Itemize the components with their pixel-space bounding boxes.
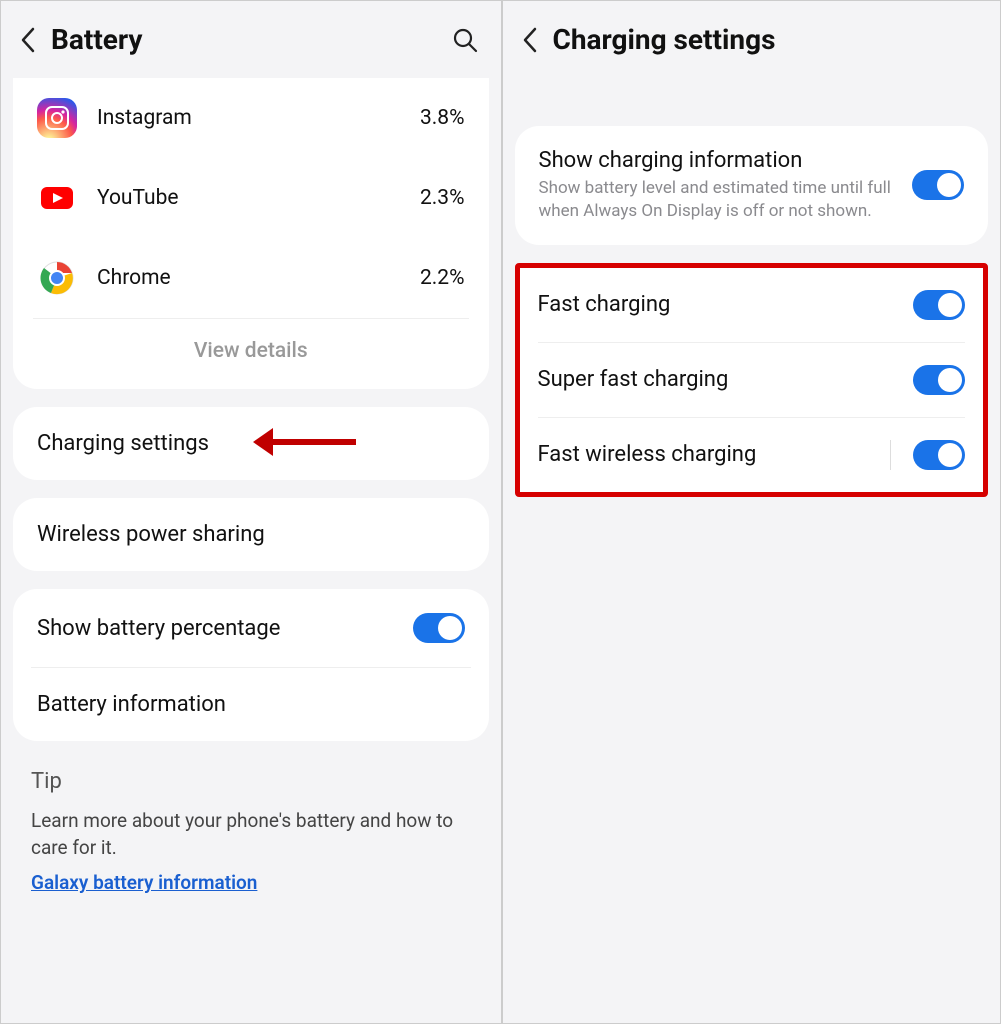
back-icon[interactable] (521, 26, 539, 54)
app-pct: 2.2% (420, 266, 465, 290)
tip-title: Tip (31, 769, 471, 794)
battery-screen: Battery Instagram 3.8% YouTube 2.3% (1, 1, 501, 1023)
show-battery-percentage-row[interactable]: Show battery percentage (13, 589, 489, 667)
setting-label: Show battery percentage (37, 616, 399, 641)
app-row-chrome[interactable]: Chrome 2.2% (13, 238, 489, 318)
setting-label: Show charging information (539, 148, 897, 173)
view-details-button[interactable]: View details (13, 319, 489, 389)
app-name: Chrome (97, 266, 400, 290)
app-row-youtube[interactable]: YouTube 2.3% (13, 158, 489, 238)
wireless-power-sharing-card: Wireless power sharing (13, 498, 489, 571)
show-charging-info-card: Show charging information Show battery l… (515, 126, 989, 245)
tip-section: Tip Learn more about your phone's batter… (9, 759, 493, 894)
header: Charging settings (511, 1, 993, 78)
search-icon[interactable] (451, 26, 479, 54)
charging-settings-card: Charging settings (13, 407, 489, 480)
setting-label: Battery information (37, 692, 465, 717)
setting-label: Super fast charging (538, 367, 900, 392)
tip-body: Learn more about your phone's battery an… (31, 808, 471, 861)
app-row-instagram[interactable]: Instagram 3.8% (13, 78, 489, 158)
divider (890, 440, 891, 470)
show-battery-percentage-toggle[interactable] (413, 613, 465, 643)
setting-label: Fast wireless charging (538, 442, 877, 467)
app-name: YouTube (97, 186, 400, 210)
page-title: Charging settings (553, 23, 979, 56)
battery-information-row[interactable]: Battery information (13, 668, 489, 741)
app-name: Instagram (97, 106, 400, 130)
fast-charging-group-highlight: Fast charging Super fast charging Fast w… (515, 263, 989, 497)
setting-label: Fast charging (538, 292, 900, 317)
super-fast-charging-row[interactable]: Super fast charging (520, 343, 984, 417)
instagram-icon (37, 98, 77, 138)
fast-wireless-charging-row[interactable]: Fast wireless charging (520, 418, 984, 492)
setting-label: Wireless power sharing (37, 522, 465, 547)
page-title: Battery (51, 23, 437, 56)
fast-wireless-charging-toggle[interactable] (913, 440, 965, 470)
fast-charging-row[interactable]: Fast charging (520, 268, 984, 342)
show-charging-info-toggle[interactable] (912, 170, 964, 200)
chrome-icon (37, 258, 77, 298)
youtube-icon (37, 178, 77, 218)
super-fast-charging-toggle[interactable] (913, 365, 965, 395)
galaxy-battery-info-link[interactable]: Galaxy battery information (31, 871, 257, 894)
setting-label: Charging settings (37, 431, 465, 456)
app-pct: 2.3% (420, 186, 465, 210)
charging-settings-row[interactable]: Charging settings (13, 407, 489, 480)
show-charging-info-row[interactable]: Show charging information Show battery l… (515, 126, 989, 245)
app-usage-card: Instagram 3.8% YouTube 2.3% Chrome (13, 78, 489, 389)
header: Battery (9, 1, 493, 78)
fast-charging-toggle[interactable] (913, 290, 965, 320)
back-icon[interactable] (19, 26, 37, 54)
charging-settings-screen: Charging settings Show charging informat… (501, 1, 1001, 1023)
battery-misc-card: Show battery percentage Battery informat… (13, 589, 489, 741)
wireless-power-sharing-row[interactable]: Wireless power sharing (13, 498, 489, 571)
setting-sub: Show battery level and estimated time un… (539, 177, 897, 223)
app-pct: 3.8% (420, 106, 465, 130)
